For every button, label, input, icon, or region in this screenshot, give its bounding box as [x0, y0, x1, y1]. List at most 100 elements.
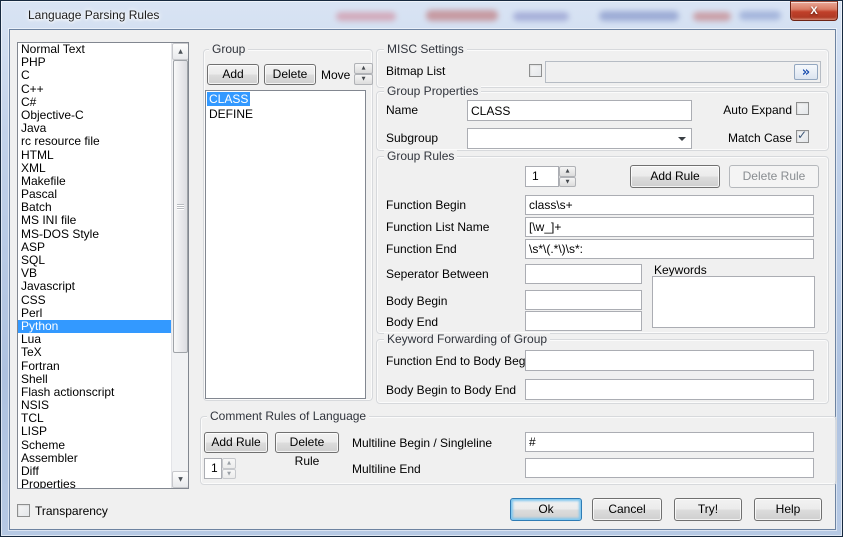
window-title: Language Parsing Rules	[28, 8, 159, 22]
multiline-begin-label: Multiline Begin / Singleline	[352, 436, 492, 450]
transparency-label: Transparency	[35, 504, 108, 518]
list-item[interactable]: MS-DOS Style	[18, 228, 171, 241]
keywords-label: Keywords	[654, 263, 707, 277]
group-properties-title: Group Properties	[384, 85, 481, 98]
function-end-input[interactable]	[525, 239, 814, 259]
glass-blur-artifact	[336, 12, 396, 21]
comment-rules-title: Comment Rules of Language	[207, 410, 369, 423]
glass-blur-artifact	[693, 12, 731, 21]
dialog-client-area: Normal TextPHPCC++C#Objective-CJavarc re…	[9, 29, 836, 530]
group-rules-title: Group Rules	[384, 150, 457, 163]
list-item[interactable]: rc resource file	[18, 135, 171, 148]
ok-button[interactable]: Ok	[510, 498, 582, 521]
checkmark-icon: ✓	[797, 128, 807, 142]
name-label: Name	[386, 103, 418, 117]
list-item[interactable]: PHP	[18, 56, 171, 69]
group-listbox[interactable]: CLASSDEFINE	[205, 90, 366, 399]
spinner-up-icon[interactable]: ▲	[222, 458, 236, 469]
list-item[interactable]: Properties	[18, 478, 171, 488]
spinner-up-icon[interactable]: ▲	[354, 63, 373, 74]
dialog-window: Language Parsing Rules X Normal TextPHPC…	[0, 0, 843, 537]
list-item[interactable]: CSS	[18, 294, 171, 307]
bitmap-list-field[interactable]: »	[545, 61, 821, 83]
glass-blur-artifact	[599, 11, 679, 21]
body-begin-to-body-end-label: Body Begin to Body End	[386, 383, 516, 397]
list-item[interactable]: XML	[18, 162, 171, 175]
add-rule-button[interactable]: Add Rule	[630, 165, 720, 188]
match-case-checkbox[interactable]: ✓	[796, 130, 809, 143]
glass-blur-artifact	[739, 11, 781, 20]
delete-rule-button[interactable]: Delete Rule	[729, 165, 819, 188]
list-item[interactable]: Perl	[18, 307, 171, 320]
body-begin-to-body-end-input[interactable]	[525, 379, 814, 400]
list-item[interactable]: HTML	[18, 149, 171, 162]
function-end-to-body-begin-label: Function End to Body Begin	[386, 354, 535, 368]
group-move-spinner[interactable]: ▲ ▼	[354, 63, 373, 85]
list-item[interactable]: TeX	[18, 346, 171, 359]
help-button[interactable]: Help	[754, 498, 822, 521]
group-move-label: Move	[321, 68, 350, 82]
list-item[interactable]: SQL	[18, 254, 171, 267]
list-item[interactable]: C	[18, 69, 171, 82]
subgroup-value	[468, 131, 471, 145]
rule-index-field[interactable]: 1	[525, 166, 559, 187]
function-begin-input[interactable]	[525, 195, 814, 215]
keywords-textarea[interactable]	[652, 276, 815, 328]
language-listbox[interactable]: Normal TextPHPCC++C#Objective-CJavarc re…	[17, 42, 189, 489]
spinner-down-icon[interactable]: ▼	[222, 469, 236, 480]
body-begin-label: Body Begin	[386, 294, 447, 308]
cancel-button[interactable]: Cancel	[592, 498, 662, 521]
comment-delete-rule-button[interactable]: Delete Rule	[275, 432, 339, 453]
list-item[interactable]: Fortran	[18, 360, 171, 373]
list-item[interactable]: LISP	[18, 425, 171, 438]
list-item[interactable]: MS INI file	[18, 214, 171, 227]
body-end-input[interactable]	[525, 311, 642, 331]
scroll-up-icon[interactable]: ▲	[172, 43, 189, 60]
language-list-items: Normal TextPHPCC++C#Objective-CJavarc re…	[18, 43, 171, 488]
list-item[interactable]: CLASS	[207, 92, 250, 106]
spinner-up-icon[interactable]: ▲	[559, 166, 576, 177]
glass-blur-artifact	[426, 10, 498, 21]
seperator-between-input[interactable]	[525, 264, 642, 284]
bitmap-list-checkbox[interactable]	[529, 64, 542, 77]
function-end-to-body-begin-input[interactable]	[525, 350, 814, 371]
function-list-name-label: Function List Name	[386, 220, 489, 234]
try-button[interactable]: Try!	[674, 498, 742, 521]
spinner-down-icon[interactable]: ▼	[354, 74, 373, 85]
function-begin-label: Function Begin	[386, 198, 466, 212]
list-item[interactable]: C#	[18, 96, 171, 109]
multiline-end-input[interactable]	[525, 458, 814, 478]
scrollbar-thumb[interactable]	[173, 60, 188, 353]
list-item[interactable]: Javascript	[18, 280, 171, 293]
comment-index-spinner[interactable]: ▲ ▼	[222, 458, 236, 479]
glass-blur-artifact	[513, 12, 569, 21]
list-item[interactable]: C++	[18, 83, 171, 96]
spinner-down-icon[interactable]: ▼	[559, 177, 576, 188]
scroll-down-icon[interactable]: ▼	[172, 471, 189, 488]
subgroup-label: Subgroup	[386, 131, 438, 145]
transparency-checkbox[interactable]	[17, 504, 30, 517]
comment-add-rule-button[interactable]: Add Rule	[204, 432, 268, 453]
body-begin-input[interactable]	[525, 290, 642, 310]
chevron-right-icon[interactable]: »	[794, 64, 818, 80]
auto-expand-checkbox[interactable]	[796, 102, 809, 115]
title-bar[interactable]: Language Parsing Rules X	[1, 1, 842, 29]
list-item[interactable]: Assembler	[18, 452, 171, 465]
group-delete-button[interactable]: Delete	[264, 64, 316, 85]
group-add-button[interactable]: Add	[207, 64, 259, 85]
scrollbar-grip	[177, 204, 184, 210]
list-item[interactable]: Scheme	[18, 439, 171, 452]
keyword-forwarding-title: Keyword Forwarding of Group	[384, 333, 550, 346]
misc-settings-title: MISC Settings	[384, 43, 467, 56]
rule-index-spinner[interactable]: ▲ ▼	[559, 166, 576, 187]
body-end-label: Body End	[386, 315, 438, 329]
list-item[interactable]: DEFINE	[207, 107, 255, 121]
list-item[interactable]: Shell	[18, 373, 171, 386]
comment-index-field[interactable]: 1	[204, 458, 222, 479]
close-button[interactable]: X	[790, 1, 838, 21]
language-list-scrollbar[interactable]: ▲ ▼	[171, 43, 188, 488]
function-end-label: Function End	[386, 242, 457, 256]
function-list-name-input[interactable]	[525, 217, 814, 237]
match-case-label: Match Case	[650, 131, 792, 145]
multiline-begin-input[interactable]	[525, 432, 814, 452]
